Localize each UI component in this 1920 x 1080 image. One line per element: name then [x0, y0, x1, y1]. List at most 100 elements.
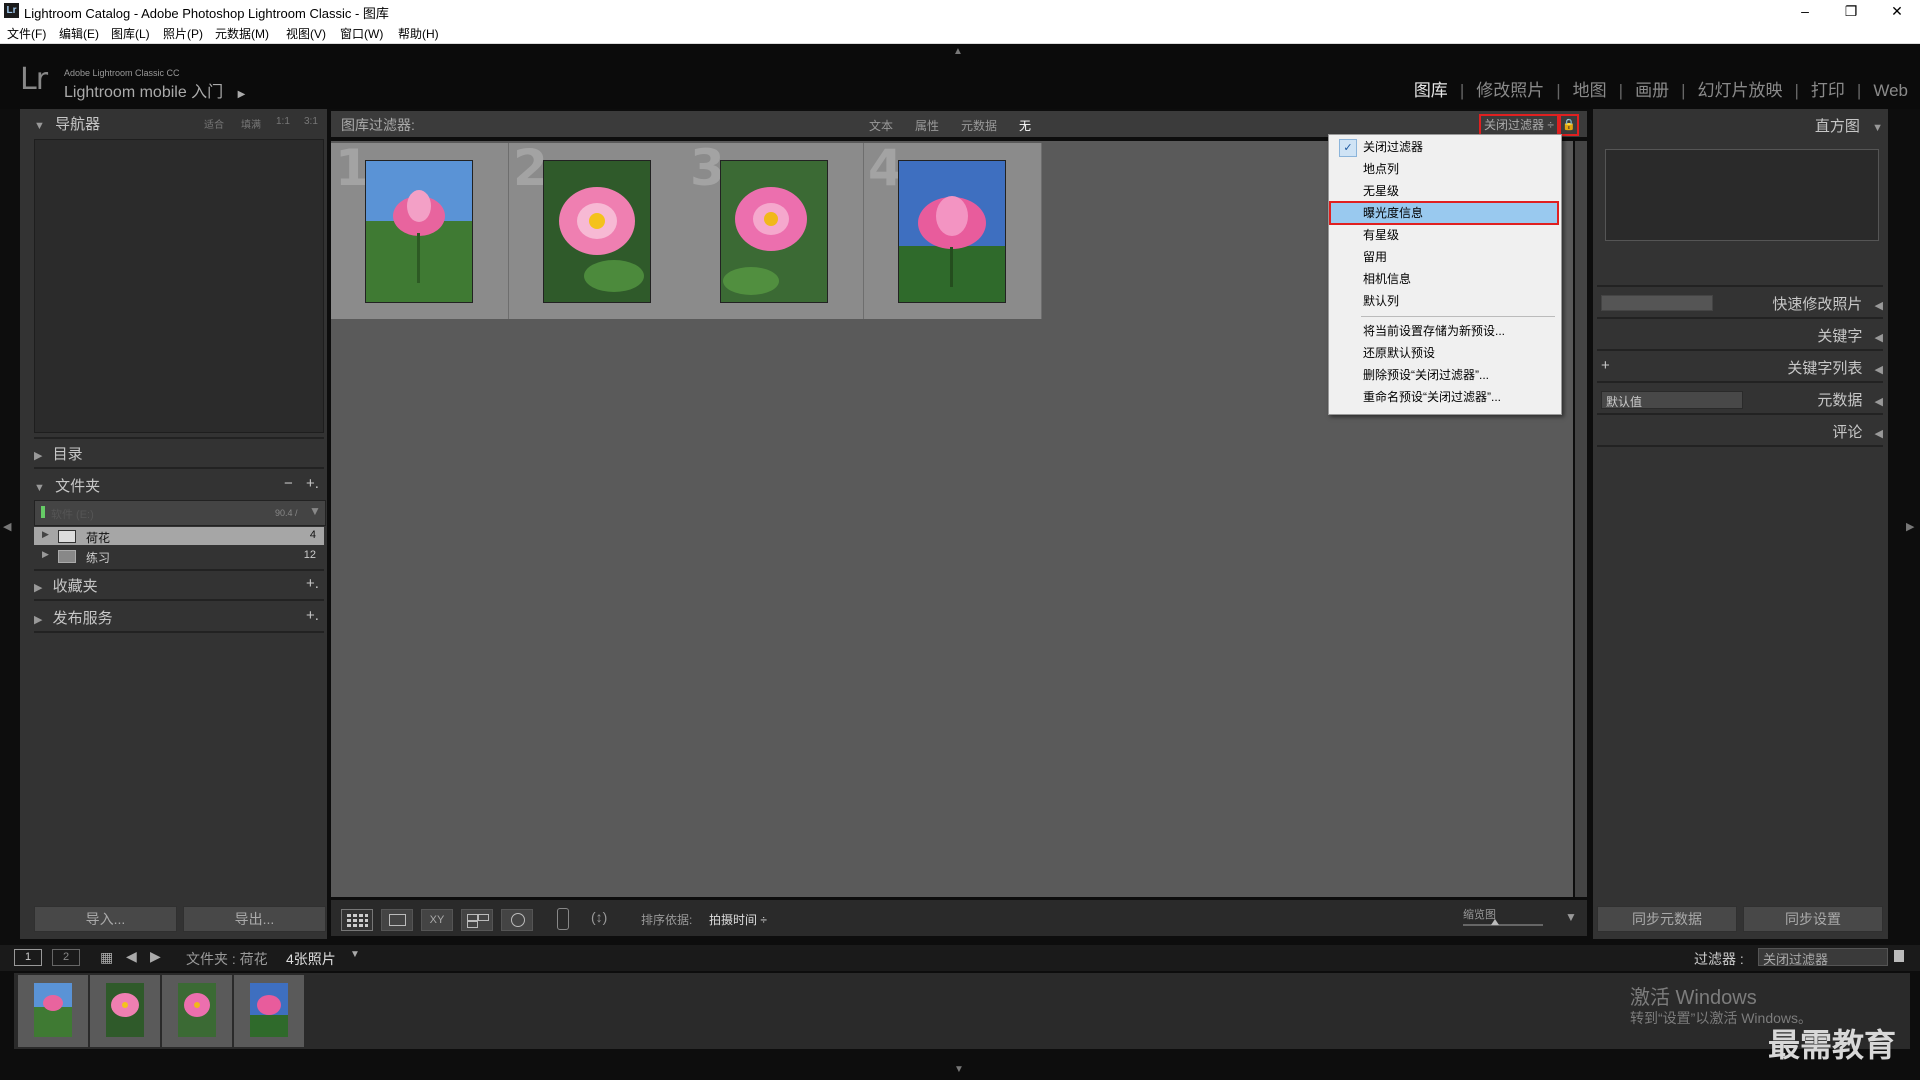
menu-photo[interactable]: 照片(P): [163, 25, 203, 42]
add-folder-button[interactable]: +.: [306, 475, 319, 492]
module-web[interactable]: Web: [1873, 81, 1908, 100]
collections-header[interactable]: ▶ 收藏夹 +.: [34, 575, 324, 601]
filmstrip-thumb[interactable]: [234, 975, 304, 1047]
menu-item-rated[interactable]: 有星级: [1363, 225, 1399, 245]
slider-thumb[interactable]: [1491, 919, 1499, 925]
filter-tab-text[interactable]: 文本: [869, 117, 893, 134]
export-button[interactable]: 导出...: [183, 906, 326, 932]
sync-metadata-button[interactable]: 同步元数据: [1597, 906, 1737, 932]
filmstrip-thumb[interactable]: [162, 975, 232, 1047]
menu-item-rename-preset[interactable]: 重命名预设“关闭过滤器”...: [1363, 387, 1501, 407]
module-map[interactable]: 地图: [1573, 81, 1607, 100]
collapse-bottom-icon[interactable]: ▼: [954, 1064, 964, 1075]
zoom-3-1[interactable]: 3:1: [304, 116, 318, 127]
folder-item-hehua[interactable]: ▶ 荷花 4: [34, 527, 324, 545]
menu-item-restore-default[interactable]: 还原默认预设: [1363, 343, 1435, 363]
filter-lock-icon[interactable]: [1894, 950, 1904, 962]
toolbar-menu-icon[interactable]: ▼: [1565, 910, 1577, 924]
filter-tab-attribute[interactable]: 属性: [915, 117, 939, 134]
grid-cell[interactable]: 3: [686, 139, 864, 319]
grid-cell[interactable]: 2: [509, 139, 687, 319]
people-view-icon[interactable]: [501, 909, 533, 931]
zoom-fit[interactable]: 适合: [204, 116, 224, 131]
photo-thumbnail[interactable]: [365, 160, 473, 303]
filmstrip-filter-select[interactable]: 关闭过滤器: [1758, 948, 1888, 967]
menu-item-exposure-info[interactable]: 曝光度信息: [1363, 203, 1423, 223]
menu-item-delete-preset[interactable]: 删除预设“关闭过滤器”...: [1363, 365, 1489, 385]
histogram-display[interactable]: [1605, 149, 1879, 241]
module-slideshow[interactable]: 幻灯片放映: [1698, 81, 1783, 100]
menu-item-save-preset[interactable]: 将当前设置存储为新预设...: [1363, 321, 1505, 341]
lightroom-mobile-link[interactable]: Lightroom mobile 入门 ▶: [64, 78, 245, 102]
publish-services-header[interactable]: ▶ 发布服务 +.: [34, 607, 324, 633]
collapse-top-icon[interactable]: ▲: [953, 46, 963, 57]
add-collection-button[interactable]: +.: [306, 575, 319, 592]
add-publish-button[interactable]: +.: [306, 607, 319, 624]
close-button[interactable]: ✕: [1874, 0, 1920, 22]
minimize-button[interactable]: –: [1782, 0, 1828, 22]
filmstrip-thumb[interactable]: [90, 975, 160, 1047]
menu-help[interactable]: 帮助(H): [398, 25, 439, 42]
secondary-window-button[interactable]: 2: [52, 949, 80, 966]
filter-preset-dropdown[interactable]: 关闭过滤器 ÷: [1479, 114, 1559, 136]
module-book[interactable]: 画册: [1635, 81, 1669, 100]
menu-metadata[interactable]: 元数据(M): [215, 25, 269, 42]
remove-folder-button[interactable]: −: [284, 475, 293, 492]
module-library[interactable]: 图库: [1414, 81, 1448, 100]
menu-library[interactable]: 图库(L): [111, 25, 150, 42]
right-panel-toggle-icon[interactable]: ▶: [1906, 520, 1914, 533]
survey-view-icon[interactable]: [461, 909, 493, 931]
module-develop[interactable]: 修改照片: [1476, 81, 1544, 100]
navigator-header[interactable]: ▼ 导航器 适合 填满 1:1 3:1: [34, 113, 324, 139]
filmstrip-source[interactable]: 文件夹 : 荷花: [186, 949, 268, 969]
menu-edit[interactable]: 编辑(E): [59, 25, 99, 42]
folder-item-lianxi[interactable]: ▶ 练习 12: [34, 547, 324, 565]
comments-header[interactable]: 评论 ◀: [1593, 421, 1883, 447]
quick-develop-header[interactable]: 快速修改照片 ◀: [1593, 293, 1883, 319]
histogram-header[interactable]: 直方图 ▼: [1593, 115, 1883, 141]
main-window-button[interactable]: 1: [14, 949, 42, 966]
keywording-header[interactable]: 关键字 ◀: [1593, 325, 1883, 351]
photo-thumbnail[interactable]: [543, 160, 651, 303]
menu-view[interactable]: 视图(V): [286, 25, 326, 42]
sort-dropdown[interactable]: 拍摄时间 ÷: [709, 911, 767, 928]
folders-header[interactable]: ▼ 文件夹 − +.: [34, 475, 324, 501]
zoom-1-1[interactable]: 1:1: [276, 116, 290, 127]
sync-settings-button[interactable]: 同步设置: [1743, 906, 1883, 932]
sort-direction-icon[interactable]: (↕): [591, 909, 607, 925]
back-arrow-icon[interactable]: ◀: [126, 948, 137, 965]
photo-thumbnail[interactable]: [720, 160, 828, 303]
grid-scrollbar[interactable]: [1575, 141, 1587, 897]
filmstrip-thumb[interactable]: [18, 975, 88, 1047]
menu-item-filters-off[interactable]: 关闭过滤器: [1363, 137, 1423, 157]
lock-icon[interactable]: 🔒: [1559, 114, 1579, 136]
filter-tab-metadata[interactable]: 元数据: [961, 117, 997, 134]
catalog-header[interactable]: ▶ 目录: [34, 443, 324, 469]
menu-item-camera-info[interactable]: 相机信息: [1363, 269, 1411, 289]
menu-item-default-columns[interactable]: 默认列: [1363, 291, 1399, 311]
metadata-header[interactable]: 元数据 ◀: [1593, 389, 1883, 415]
zoom-fill[interactable]: 填满: [241, 116, 261, 131]
compare-view-icon[interactable]: XY: [421, 909, 453, 931]
grid-cell[interactable]: 4: [864, 139, 1042, 319]
menu-item-unrated[interactable]: 无星级: [1363, 181, 1399, 201]
thumbnail-size-slider[interactable]: [1463, 924, 1543, 926]
module-print[interactable]: 打印: [1811, 81, 1845, 100]
left-panel-toggle-icon[interactable]: ◀: [3, 520, 11, 533]
add-keyword-button[interactable]: +: [1601, 357, 1610, 374]
menu-item-flagged[interactable]: 留用: [1363, 247, 1387, 267]
forward-arrow-icon[interactable]: ▶: [150, 948, 161, 965]
keyword-list-header[interactable]: + 关键字列表 ◀: [1593, 357, 1883, 383]
menu-window[interactable]: 窗口(W): [340, 25, 383, 42]
grid-shortcut-icon[interactable]: ▦: [100, 949, 113, 966]
restore-button[interactable]: ❐: [1828, 0, 1874, 22]
source-dropdown-icon[interactable]: ▼: [350, 949, 360, 960]
photo-thumbnail[interactable]: [898, 160, 1006, 303]
filter-tab-none[interactable]: 无: [1019, 117, 1031, 134]
loupe-view-icon[interactable]: [381, 909, 413, 931]
menu-item-location-columns[interactable]: 地点列: [1363, 159, 1399, 179]
spray-can-icon[interactable]: [557, 908, 569, 930]
grid-view-icon[interactable]: [341, 909, 373, 931]
import-button[interactable]: 导入...: [34, 906, 177, 932]
menu-file[interactable]: 文件(F): [7, 25, 46, 42]
